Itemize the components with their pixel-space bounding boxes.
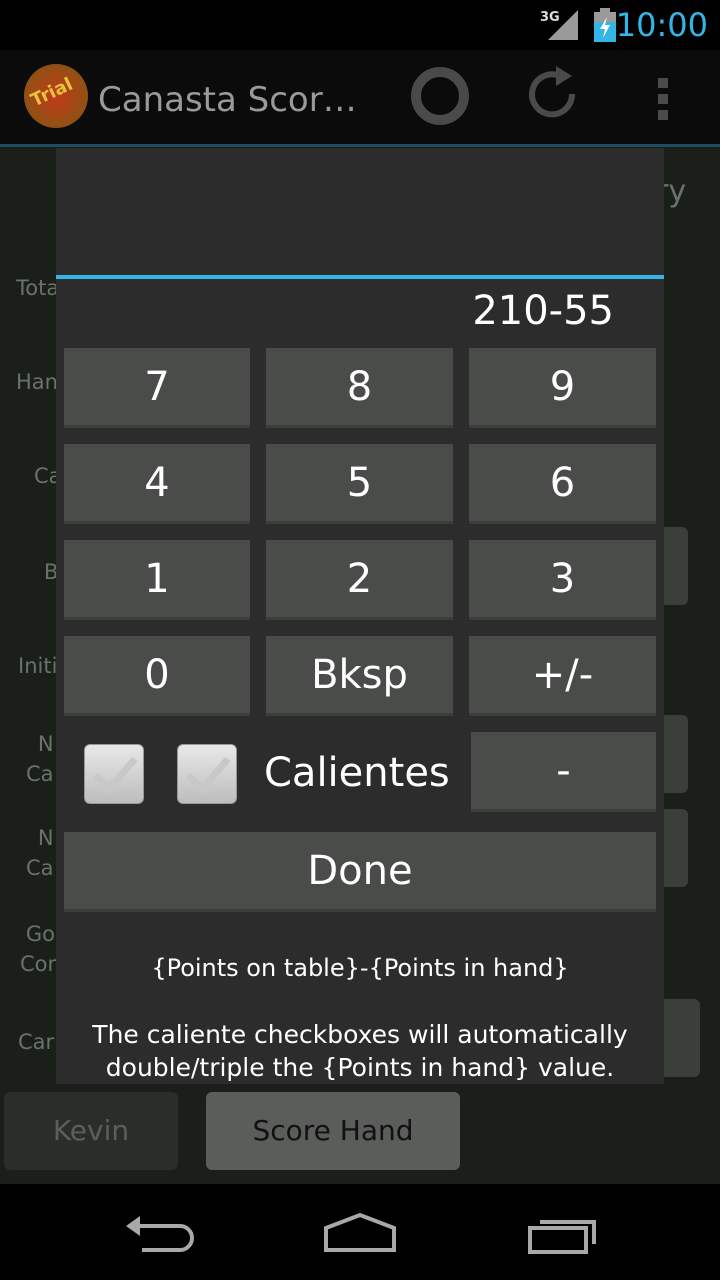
recent-apps-icon[interactable] — [526, 1214, 598, 1256]
backspace-key[interactable]: Bksp — [266, 636, 453, 716]
caliente-double-checkbox[interactable] — [84, 744, 144, 804]
calientes-label: Calientes — [264, 750, 450, 796]
checkmark-icon — [92, 756, 138, 795]
player-tab-kevin: Kevin — [4, 1092, 178, 1170]
status-bar: 3G 10:00 — [0, 0, 720, 50]
bg-button — [660, 715, 688, 793]
overflow-menu-icon[interactable] — [656, 76, 670, 122]
checkmark-icon — [185, 756, 231, 795]
app-logo[interactable]: Trial — [24, 64, 88, 128]
minus-key[interactable]: - — [471, 732, 656, 812]
score-entry-dialog: 210-55 7 8 9 4 5 6 1 2 3 0 Bksp +/- Cali… — [56, 148, 664, 1084]
key-7[interactable]: 7 — [64, 348, 250, 428]
navigation-bar — [0, 1184, 720, 1280]
dialog-title-area — [56, 148, 664, 275]
bg-button — [660, 809, 688, 887]
signal-icon — [548, 10, 578, 40]
battery-icon — [594, 8, 616, 42]
key-6[interactable]: 6 — [469, 444, 656, 524]
bg-label-total: Tota — [16, 276, 60, 300]
key-4[interactable]: 4 — [64, 444, 250, 524]
score-display: 210-55 — [472, 288, 614, 334]
dialog-divider — [56, 275, 664, 279]
bg-label-n-ca-2: N Ca — [26, 826, 54, 880]
caliente-triple-checkbox[interactable] — [177, 744, 237, 804]
bg-button — [660, 999, 700, 1077]
score-hand-tab: Score Hand — [206, 1092, 460, 1170]
done-button[interactable]: Done — [64, 832, 656, 912]
key-2[interactable]: 2 — [266, 540, 453, 620]
bg-label-go-con: Go Con — [20, 922, 61, 976]
bg-label-initial: Initi — [18, 654, 58, 678]
back-icon[interactable] — [124, 1214, 196, 1256]
key-1[interactable]: 1 — [64, 540, 250, 620]
refresh-icon[interactable] — [522, 64, 584, 126]
home-icon[interactable] — [322, 1212, 398, 1254]
key-0[interactable]: 0 — [64, 636, 250, 716]
key-8[interactable]: 8 — [266, 348, 453, 428]
logo-text: Trial — [27, 73, 77, 112]
clock: 10:00 — [615, 6, 708, 44]
score-hand-label: Score Hand — [252, 1114, 414, 1147]
bg-label-n-ca-1: N Ca — [26, 732, 54, 786]
app-title: Canasta Scor… — [98, 80, 357, 120]
player-tab-label: Kevin — [52, 1114, 130, 1147]
bg-button — [660, 527, 688, 605]
bg-label-hand: Han — [16, 370, 58, 394]
help-lifebuoy-icon[interactable] — [410, 66, 470, 126]
format-hint: {Points on table}-{Points in hand} — [151, 954, 569, 982]
key-5[interactable]: 5 — [266, 444, 453, 524]
bg-label-car: Car — [18, 1030, 55, 1054]
caliente-hint: The caliente checkboxes will automatical… — [92, 1020, 628, 1082]
sign-toggle-key[interactable]: +/- — [469, 636, 656, 716]
key-3[interactable]: 3 — [469, 540, 656, 620]
key-9[interactable]: 9 — [469, 348, 656, 428]
